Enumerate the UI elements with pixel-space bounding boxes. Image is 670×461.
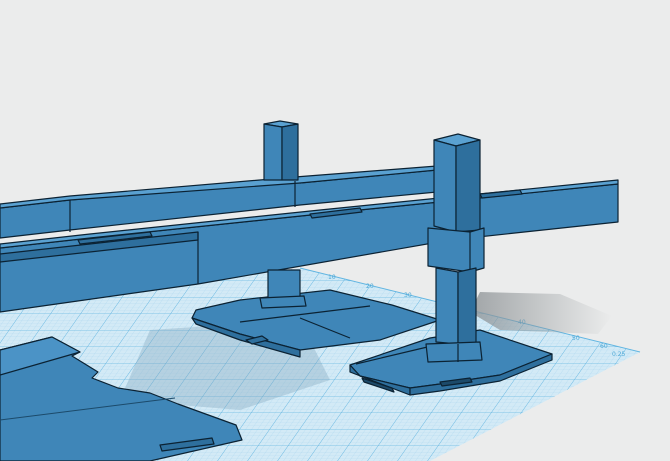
workplane-corner-label: 0.25 xyxy=(612,351,626,358)
axis-label: 20 xyxy=(366,283,374,290)
3d-viewport[interactable]: 10 20 30 40 50 60 0.25 xyxy=(0,0,670,461)
axis-label: 50 xyxy=(572,335,580,342)
axis-label: 10 xyxy=(328,274,336,281)
axis-label: 30 xyxy=(404,292,412,299)
axis-label: 60 xyxy=(600,343,608,350)
